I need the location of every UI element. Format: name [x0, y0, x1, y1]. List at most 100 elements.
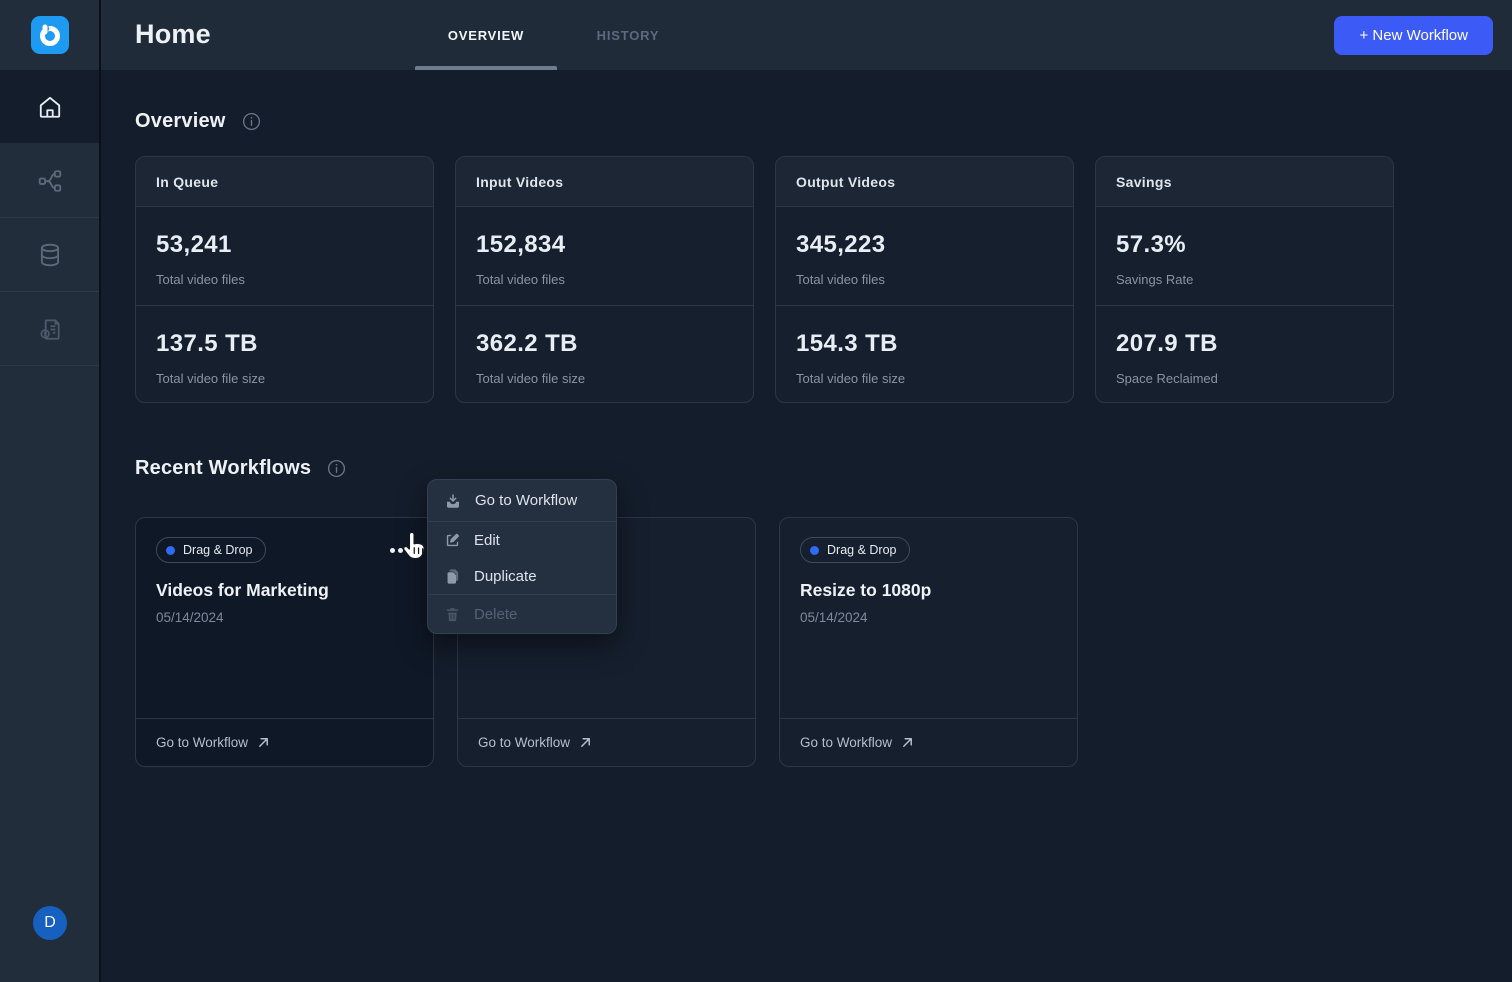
tab-history-label: HISTORY: [597, 28, 660, 43]
sidebar-nav: [0, 70, 99, 366]
menu-item-delete: Delete: [428, 595, 616, 633]
badge-label: Drag & Drop: [827, 543, 896, 557]
stat-value: 137.5 TB: [156, 330, 413, 358]
stat-value: 154.3 TB: [796, 330, 1053, 358]
go-to-workflow-link[interactable]: Go to Workflow: [780, 718, 1077, 766]
stat-card-input-videos: Input Videos 152,834 Total video files 3…: [455, 156, 754, 403]
database-icon: [37, 242, 63, 268]
logo-ring-icon: [38, 23, 62, 47]
trash-icon: [444, 606, 461, 623]
go-to-workflow-link[interactable]: Go to Workflow: [458, 718, 755, 766]
workflow-type-badge: Drag & Drop: [156, 537, 266, 563]
recent-workflows-heading: Recent Workflows: [135, 457, 311, 480]
menu-item-duplicate[interactable]: Duplicate: [428, 558, 616, 594]
menu-item-label: Edit: [474, 532, 500, 549]
home-icon: [37, 94, 63, 120]
workflow-nodes-icon: [37, 168, 63, 194]
workflow-title: Videos for Marketing: [156, 580, 413, 601]
workflow-card-resize-to-1080p[interactable]: Drag & Drop Resize to 1080p 05/14/2024 G…: [779, 517, 1078, 767]
stat-value: 207.9 TB: [1116, 330, 1373, 358]
menu-item-label: Duplicate: [474, 568, 537, 585]
stat-section: 207.9 TB Space Reclaimed: [1096, 305, 1393, 403]
stat-section: 152,834 Total video files: [456, 207, 753, 305]
arrow-up-right-icon: [579, 736, 592, 749]
stats-grid: In Queue 53,241 Total video files 137.5 …: [135, 156, 1512, 403]
stat-card-savings: Savings 57.3% Savings Rate 207.9 TB Spac…: [1095, 156, 1394, 403]
tab-overview[interactable]: OVERVIEW: [415, 0, 557, 70]
go-to-workflow-label: Go to Workflow: [156, 735, 248, 750]
sidebar-item-storage[interactable]: [0, 218, 99, 292]
stat-card-title: Input Videos: [456, 157, 753, 207]
info-icon[interactable]: [242, 112, 261, 131]
stat-card-title: In Queue: [136, 157, 433, 207]
stat-section: 137.5 TB Total video file size: [136, 305, 433, 403]
stat-section: 154.3 TB Total video file size: [776, 305, 1073, 403]
sidebar: D: [0, 0, 101, 982]
stat-value: 152,834: [476, 231, 733, 259]
page-title: Home: [135, 19, 211, 50]
arrow-up-right-icon: [257, 736, 270, 749]
workflow-date: 05/14/2024: [156, 610, 413, 625]
stat-label: Total video files: [476, 272, 733, 287]
invoice-dollar-icon: [37, 316, 63, 342]
stat-value: 362.2 TB: [476, 330, 733, 358]
stat-value: 53,241: [156, 231, 413, 259]
sidebar-item-billing[interactable]: [0, 292, 99, 366]
workflow-context-menu: Go to Workflow Edit Duplicate Delete: [427, 479, 617, 634]
go-to-workflow-label: Go to Workflow: [800, 735, 892, 750]
stat-section: 57.3% Savings Rate: [1096, 207, 1393, 305]
workflow-title: Resize to 1080p: [800, 580, 1057, 601]
stat-label: Total video file size: [156, 371, 413, 386]
top-header: Home OVERVIEW HISTORY + New Workflow: [101, 0, 1512, 70]
tab-overview-label: OVERVIEW: [448, 28, 524, 43]
tab-history[interactable]: HISTORY: [557, 0, 699, 70]
stat-label: Total video files: [796, 272, 1053, 287]
workflow-type-badge: Drag & Drop: [800, 537, 910, 563]
tray-arrow-icon: [444, 492, 462, 510]
duplicate-icon: [444, 568, 461, 585]
menu-item-go-to-workflow[interactable]: Go to Workflow: [428, 480, 616, 521]
workflow-card-body: Drag & Drop Videos for Marketing 05/14/2…: [136, 518, 433, 718]
go-to-workflow-label: Go to Workflow: [478, 735, 570, 750]
sidebar-item-home[interactable]: [0, 70, 99, 144]
menu-item-edit[interactable]: Edit: [428, 522, 616, 558]
workflow-card-videos-for-marketing[interactable]: Drag & Drop Videos for Marketing 05/14/2…: [135, 517, 434, 767]
badge-dot-icon: [166, 546, 175, 555]
stat-card-in-queue: In Queue 53,241 Total video files 137.5 …: [135, 156, 434, 403]
stat-card-title: Savings: [1096, 157, 1393, 207]
badge-dot-icon: [810, 546, 819, 555]
workflow-date: 05/14/2024: [800, 610, 1057, 625]
new-workflow-button[interactable]: + New Workflow: [1334, 16, 1493, 55]
stat-label: Space Reclaimed: [1116, 371, 1373, 386]
active-tab-underline: [415, 66, 557, 70]
edit-pencil-icon: [444, 532, 461, 549]
logo-container: [0, 0, 99, 70]
sidebar-item-workflows[interactable]: [0, 144, 99, 218]
stat-label: Savings Rate: [1116, 272, 1373, 287]
overview-heading: Overview: [135, 110, 226, 133]
header-tabs: OVERVIEW HISTORY: [415, 0, 699, 70]
info-icon[interactable]: [327, 459, 346, 478]
more-options-button[interactable]: [390, 548, 410, 553]
stat-label: Total video file size: [476, 371, 733, 386]
avatar[interactable]: D: [33, 906, 67, 940]
menu-item-label: Delete: [474, 606, 517, 623]
stat-value: 345,223: [796, 231, 1053, 259]
main-content: Overview In Queue 53,241 Total video fil…: [101, 70, 1512, 982]
recent-section-header: Recent Workflows: [135, 457, 1512, 480]
stat-section: 362.2 TB Total video file size: [456, 305, 753, 403]
go-to-workflow-link[interactable]: Go to Workflow: [136, 718, 433, 766]
app-logo[interactable]: [31, 16, 69, 54]
workflow-grid: Drag & Drop Videos for Marketing 05/14/2…: [135, 517, 1512, 767]
stat-card-output-videos: Output Videos 345,223 Total video files …: [775, 156, 1074, 403]
stat-card-title: Output Videos: [776, 157, 1073, 207]
overview-section-header: Overview: [135, 110, 1512, 133]
stat-section: 345,223 Total video files: [776, 207, 1073, 305]
arrow-up-right-icon: [901, 736, 914, 749]
stat-section: 53,241 Total video files: [136, 207, 433, 305]
workflow-card-body: Drag & Drop Resize to 1080p 05/14/2024: [780, 518, 1077, 718]
stat-label: Total video files: [156, 272, 413, 287]
stat-label: Total video file size: [796, 371, 1053, 386]
stat-value: 57.3%: [1116, 231, 1373, 259]
menu-item-label: Go to Workflow: [475, 492, 577, 509]
